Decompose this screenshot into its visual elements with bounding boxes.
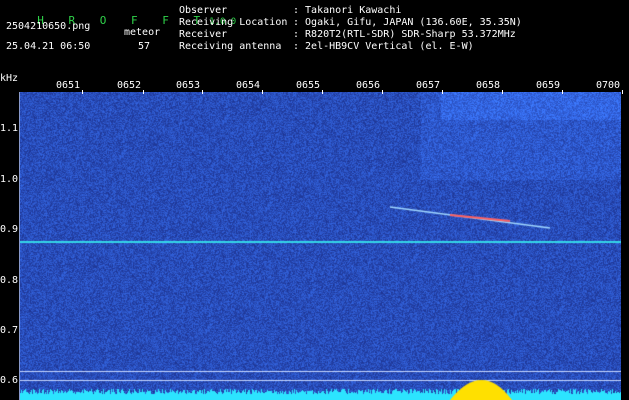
observer-label: Observer — [179, 5, 228, 16]
location-label: Receiving Location — [179, 17, 288, 28]
x-tick-mark — [143, 90, 144, 94]
x-tick-label: 0654 — [236, 80, 261, 91]
x-tick-mark — [322, 90, 323, 94]
y-axis-line — [19, 80, 20, 400]
y-tick-label: 0.6 — [0, 375, 19, 386]
datetime: 25.04.21 06:50 — [6, 41, 91, 52]
y-tick-label: 0.9 — [0, 224, 19, 235]
counter-label: meteor — [124, 27, 161, 38]
x-tick-mark — [382, 90, 383, 94]
y-tick-label: 0.8 — [0, 275, 19, 286]
observer-value: : Takanori Kawachi — [293, 5, 402, 16]
x-tick-mark — [622, 90, 623, 94]
y-tick-label: 1.0 — [0, 174, 19, 185]
x-tick-mark — [502, 90, 503, 94]
spectrogram-canvas — [20, 80, 621, 400]
filename: 2504210650.png — [6, 21, 91, 32]
x-tick-label: 0651 — [56, 80, 81, 91]
x-tick-mark — [82, 90, 83, 94]
x-tick-label: 0656 — [356, 80, 381, 91]
x-tick-mark — [442, 90, 443, 94]
receiver-label: Receiver — [179, 29, 228, 40]
x-tick-label: 0652 — [117, 80, 142, 91]
location-value: : Ogaki, Gifu, JAPAN (136.60E, 35.35N) — [293, 17, 522, 28]
x-tick-label: 0658 — [476, 80, 501, 91]
y-tick-label: 1.1 — [0, 123, 19, 134]
y-tick-label: 0.7 — [0, 325, 19, 336]
x-tick-label: 0659 — [536, 80, 561, 91]
x-tick-mark — [262, 90, 263, 94]
counter-value: 57 — [138, 41, 151, 52]
antenna-label: Receiving antenna — [179, 41, 282, 52]
x-tick-label: 0657 — [416, 80, 441, 91]
antenna-value: : 2el-HB9CV Vertical (el. E-W) — [293, 41, 474, 52]
x-tick-label: 0653 — [176, 80, 201, 91]
x-tick-mark — [562, 90, 563, 94]
x-tick-mark — [202, 90, 203, 94]
receiver-value: : R820T2(RTL-SDR) SDR-Sharp 53.372MHz — [293, 29, 516, 40]
y-unit-label: kHz — [0, 73, 19, 84]
x-tick-label: 0700 — [596, 80, 621, 91]
x-tick-label: 0655 — [296, 80, 321, 91]
